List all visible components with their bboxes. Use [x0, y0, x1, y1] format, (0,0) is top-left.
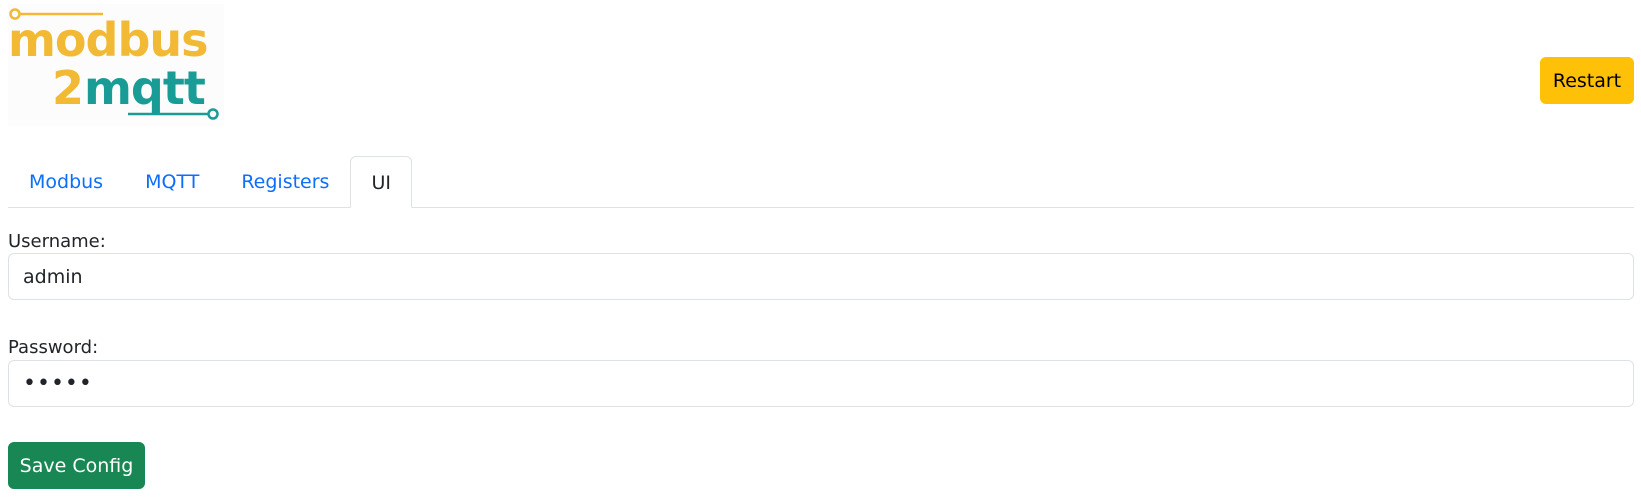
tab-bar: Modbus MQTT Registers UI [8, 156, 1634, 208]
logo-text-mqtt: mqtt [84, 61, 205, 115]
tab-mqtt[interactable]: MQTT [124, 156, 220, 207]
logo-text-modbus: modbus [8, 13, 208, 67]
save-config-button[interactable]: Save Config [8, 442, 145, 489]
username-label: Username: [8, 231, 106, 252]
tab-modbus[interactable]: Modbus [8, 156, 124, 207]
password-input[interactable] [8, 360, 1634, 407]
modbus2mqtt-logo: modbus 2 mqtt [8, 4, 224, 126]
restart-button[interactable]: Restart [1540, 57, 1634, 104]
logo-text-2: 2 [52, 61, 84, 115]
password-label: Password: [8, 337, 99, 358]
username-input[interactable] [8, 253, 1634, 300]
page: modbus 2 mqtt Restart Modbus MQTT Regist… [0, 0, 1641, 498]
tab-registers[interactable]: Registers [220, 156, 350, 207]
tab-ui[interactable]: UI [350, 156, 412, 208]
